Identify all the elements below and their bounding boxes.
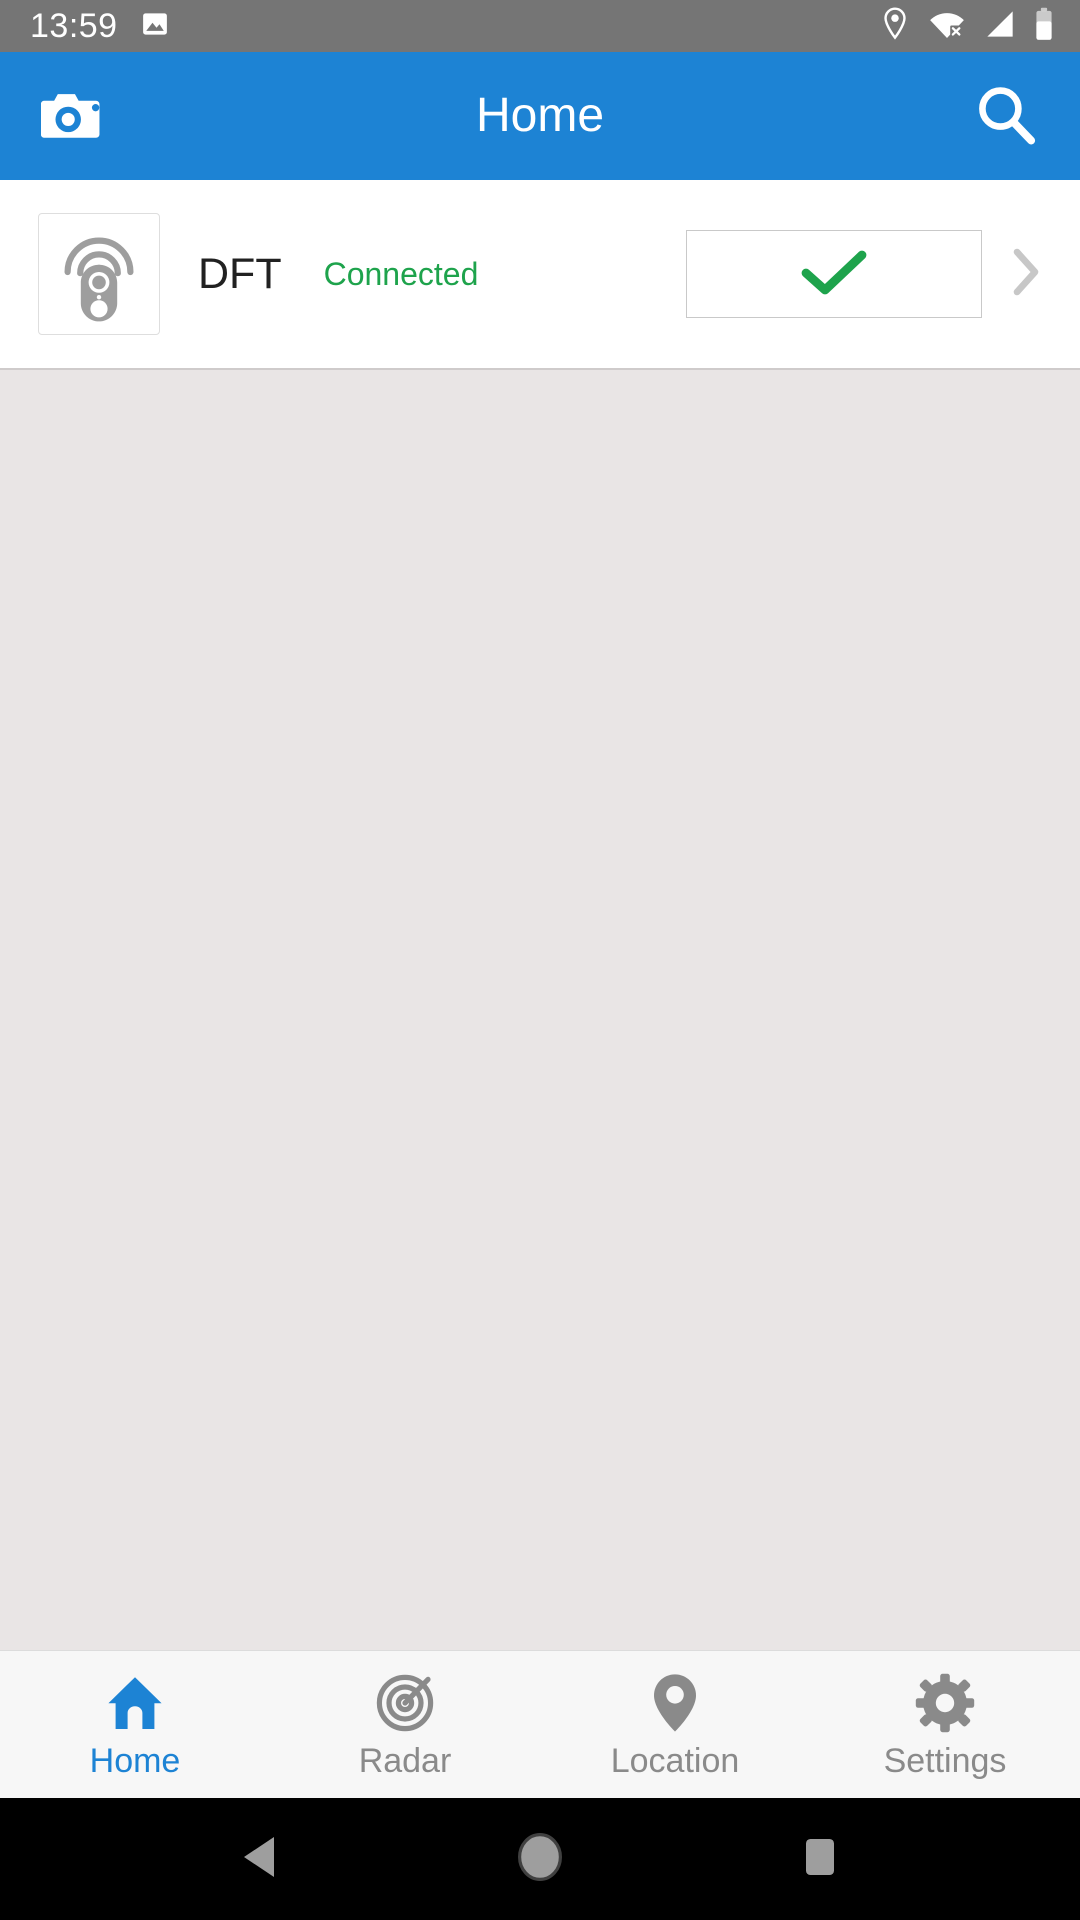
image-icon [140, 9, 170, 44]
tab-location-label: Location [610, 1741, 740, 1780]
device-thumbnail [38, 213, 160, 335]
device-connect-toggle[interactable] [686, 230, 982, 318]
android-back-button[interactable] [205, 1804, 315, 1914]
tab-settings[interactable]: Settings [810, 1651, 1080, 1798]
tab-home-label: Home [89, 1741, 181, 1780]
location-pin-icon [880, 6, 910, 46]
cellular-signal-icon [984, 9, 1016, 44]
search-icon [974, 83, 1038, 150]
battery-icon [1034, 7, 1054, 46]
empty-content-region [0, 370, 1080, 1650]
tab-home[interactable]: Home [0, 1651, 270, 1798]
device-name: DFT [198, 249, 282, 298]
chevron-right-icon [1009, 244, 1043, 305]
gear-icon [915, 1672, 975, 1734]
android-navigation-bar [0, 1798, 1080, 1920]
app-bar: Home [0, 52, 1080, 180]
tab-location[interactable]: Location [540, 1651, 810, 1798]
home-circle-icon [516, 1832, 564, 1887]
bottom-navigation: Home Radar Location Settings [0, 1650, 1080, 1798]
checkmark-icon [794, 244, 874, 305]
camera-button[interactable] [34, 76, 114, 156]
location-pin-icon [650, 1672, 700, 1734]
search-button[interactable] [966, 76, 1046, 156]
status-bar-clock: 13:59 [30, 7, 118, 45]
device-list: DFT Connected [0, 180, 1080, 370]
device-actions [686, 230, 1052, 318]
tab-radar-label: Radar [358, 1741, 452, 1780]
beacon-tag-icon [47, 216, 151, 333]
content-area: DFT Connected [0, 180, 1080, 1650]
device-row[interactable]: DFT Connected [0, 180, 1080, 368]
device-status: Connected [323, 255, 479, 292]
radar-icon [375, 1672, 435, 1734]
camera-icon [40, 88, 107, 145]
android-recents-button[interactable] [765, 1804, 875, 1914]
status-bar-right [880, 6, 1054, 46]
recents-square-icon [801, 1834, 839, 1885]
page-title: Home [475, 89, 605, 142]
status-bar-left: 13:59 [30, 9, 170, 44]
status-bar: 13:59 [0, 0, 1080, 52]
tab-radar[interactable]: Radar [270, 1651, 540, 1798]
device-detail-button[interactable] [1000, 230, 1052, 318]
home-icon [104, 1672, 166, 1734]
tab-settings-label: Settings [883, 1741, 1007, 1780]
app-screen: 13:59 Home DFT Connected Home Radar Loca… [0, 0, 1080, 1920]
wifi-off-icon [928, 8, 966, 45]
back-triangle-icon [239, 1834, 281, 1885]
android-home-button[interactable] [485, 1804, 595, 1914]
